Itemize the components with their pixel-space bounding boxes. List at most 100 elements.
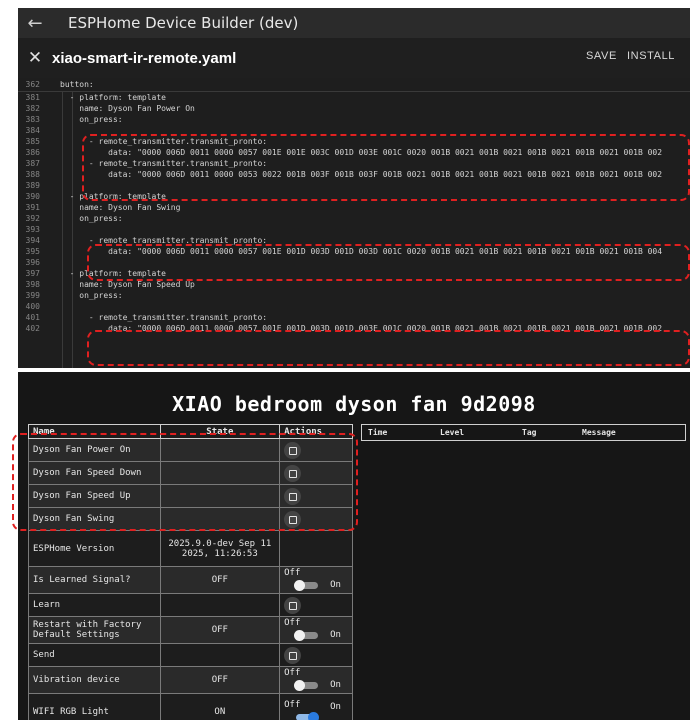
toggle-on-label: On	[330, 630, 341, 640]
code-line: 392 on_press:	[18, 213, 690, 224]
highlight-power-on-code	[82, 134, 690, 201]
log-column-time: Time	[368, 428, 388, 437]
code-text: name: Dyson Fan Power On	[60, 104, 195, 113]
code-text: - remote_transmitter.transmit_pronto:	[60, 313, 268, 322]
table-row: ESPHome Version 2025.9.0-dev Sep 11 2025…	[28, 530, 353, 567]
line-number: 362	[25, 80, 40, 89]
toggle-on-label: On	[330, 580, 341, 590]
table-row: Send	[28, 643, 353, 667]
line-number: 389	[25, 181, 40, 190]
entity-name: Is Learned Signal?	[28, 566, 161, 594]
log-table-header: Time Level Tag Message	[361, 424, 686, 441]
code-text: name: Dyson Fan Swing	[60, 203, 181, 212]
code-text: button:	[60, 80, 94, 89]
code-line: 401 - remote_transmitter.transmit_pronto…	[18, 312, 690, 323]
sticky-scroll-line: 362 button:	[18, 78, 690, 92]
save-button[interactable]: SAVE	[586, 50, 617, 62]
entity-state: ON	[159, 693, 281, 720]
entity-actions	[279, 593, 353, 617]
line-number: 387	[25, 159, 40, 168]
app-title: ESPHome Device Builder (dev)	[68, 14, 299, 32]
line-number: 392	[25, 214, 40, 223]
code-text: on_press:	[60, 115, 123, 124]
line-number: 395	[25, 247, 40, 256]
toggle-switch[interactable]	[296, 711, 320, 720]
toggle-on-label: On	[330, 680, 341, 690]
entity-name: ESPHome Version	[28, 530, 161, 567]
code-line: 382 name: Dyson Fan Power On	[18, 103, 690, 114]
line-number: 385	[25, 137, 40, 146]
entity-actions: Off On	[279, 666, 353, 694]
entity-name: Vibration device	[28, 666, 161, 694]
line-number: 394	[25, 236, 40, 245]
table-row: Vibration device OFF Off On	[28, 666, 353, 694]
entity-name: Restart with Factory Default Settings	[28, 616, 161, 644]
line-number: 381	[25, 93, 40, 102]
toggle-off-label: Off	[284, 618, 301, 628]
file-title: xiao-smart-ir-remote.yaml	[52, 49, 237, 67]
device-title: XIAO bedroom dyson fan 9d2098	[172, 392, 536, 416]
line-number: 402	[25, 324, 40, 333]
code-line: 400	[18, 301, 690, 312]
code-line: 381 - platform: template	[18, 92, 690, 103]
table-row: Restart with Factory Default Settings OF…	[28, 616, 353, 644]
entity-state: OFF	[159, 666, 281, 694]
toggle-switch[interactable]	[294, 580, 319, 591]
line-number: 400	[25, 302, 40, 311]
toggle-switch[interactable]	[294, 680, 319, 691]
line-number: 398	[25, 280, 40, 289]
code-text: on_press:	[60, 291, 123, 300]
line-number: 382	[25, 104, 40, 113]
entity-actions: Off On	[279, 566, 353, 594]
device-web-panel: XIAO bedroom dyson fan 9d2098 Name State…	[18, 372, 690, 720]
entity-actions: Off On	[279, 693, 353, 720]
table-row: Learn	[28, 593, 353, 617]
entity-actions	[279, 643, 353, 667]
log-column-tag: Tag	[522, 428, 537, 437]
table-row: Is Learned Signal? OFF Off On	[28, 566, 353, 594]
line-number: 393	[25, 225, 40, 234]
line-number: 386	[25, 148, 40, 157]
line-number: 388	[25, 170, 40, 179]
code-line: 391 name: Dyson Fan Swing	[18, 202, 690, 213]
entity-name: WIFI RGB Light	[28, 693, 161, 720]
toggle-off-label: Off	[284, 568, 301, 578]
highlight-speed-up-code	[87, 330, 690, 366]
app-bar: ← ESPHome Device Builder (dev)	[18, 8, 690, 38]
line-number: 399	[25, 291, 40, 300]
line-number: 397	[25, 269, 40, 278]
line-number: 401	[25, 313, 40, 322]
code-line: 399 on_press:	[18, 290, 690, 301]
editor-toolbar: ✕ xiao-smart-ir-remote.yaml SAVE INSTALL	[18, 38, 690, 78]
highlight-fan-buttons	[12, 433, 358, 531]
line-number: 391	[25, 203, 40, 212]
entity-actions: Off On	[279, 616, 353, 644]
toggle-off-label: Off	[284, 699, 301, 710]
toggle-switch[interactable]	[294, 630, 319, 641]
highlight-swing-code	[87, 244, 690, 281]
line-number: 383	[25, 115, 40, 124]
line-number: 384	[25, 126, 40, 135]
entity-state: OFF	[159, 566, 281, 594]
press-button-icon[interactable]	[284, 596, 302, 614]
code-line: 393	[18, 224, 690, 235]
line-number: 396	[25, 258, 40, 267]
close-icon[interactable]: ✕	[18, 48, 52, 68]
log-column-message: Message	[582, 428, 616, 437]
entity-state: OFF	[159, 616, 281, 644]
entity-actions	[279, 530, 353, 567]
entity-state	[159, 593, 281, 617]
toggle-on-label: On	[330, 701, 341, 712]
entity-name: Learn	[28, 593, 161, 617]
line-number: 390	[25, 192, 40, 201]
press-button-icon[interactable]	[284, 646, 302, 664]
entity-name: Send	[28, 643, 161, 667]
code-line: 383 on_press:	[18, 114, 690, 125]
back-arrow-icon[interactable]: ←	[18, 13, 52, 34]
entity-state	[159, 643, 281, 667]
code-text: - platform: template	[60, 93, 166, 102]
entity-state: 2025.9.0-dev Sep 11 2025, 11:26:53	[159, 530, 281, 567]
log-column-level: Level	[440, 428, 465, 437]
code-text: name: Dyson Fan Speed Up	[60, 280, 195, 289]
install-button[interactable]: INSTALL	[627, 50, 675, 62]
